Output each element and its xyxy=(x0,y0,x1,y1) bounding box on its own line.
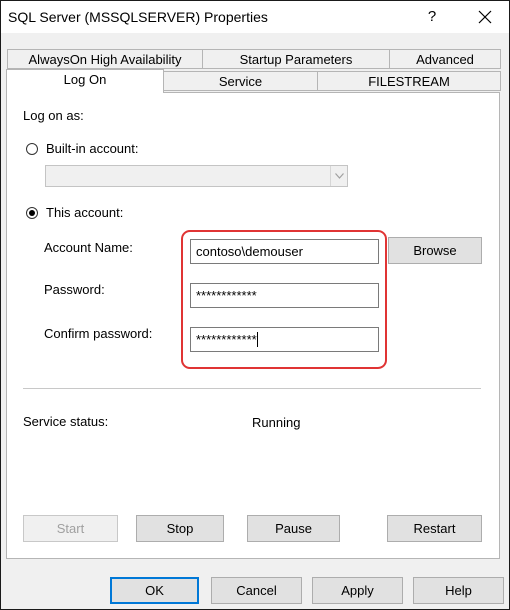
log-on-as-label: Log on as: xyxy=(23,108,84,123)
title-bar: SQL Server (MSSQLSERVER) Properties ? xyxy=(1,1,509,33)
start-button[interactable]: Start xyxy=(23,515,118,542)
confirm-password-label: Confirm password: xyxy=(44,326,153,341)
this-account-radio[interactable] xyxy=(26,207,38,219)
this-account-label: This account: xyxy=(46,205,124,220)
tab-startup-parameters[interactable]: Startup Parameters xyxy=(202,49,390,69)
help-icon[interactable]: ? xyxy=(409,1,455,33)
help-button[interactable]: Help xyxy=(413,577,504,604)
credentials-highlight xyxy=(181,230,387,369)
properties-dialog: SQL Server (MSSQLSERVER) Properties ? Al… xyxy=(0,0,510,610)
chevron-down-icon[interactable] xyxy=(330,166,347,186)
stop-button[interactable]: Stop xyxy=(136,515,224,542)
window-title: SQL Server (MSSQLSERVER) Properties xyxy=(8,9,268,25)
ok-button[interactable]: OK xyxy=(110,577,199,604)
builtin-account-radio[interactable] xyxy=(26,143,38,155)
account-name-label: Account Name: xyxy=(44,240,133,255)
tab-filestream[interactable]: FILESTREAM xyxy=(317,71,501,91)
tab-service[interactable]: Service xyxy=(163,71,318,91)
tab-advanced[interactable]: Advanced xyxy=(389,49,501,69)
builtin-account-select[interactable] xyxy=(45,165,348,187)
tab-alwayson-high-availability[interactable]: AlwaysOn High Availability xyxy=(7,49,203,69)
builtin-account-label: Built-in account: xyxy=(46,141,139,156)
section-divider xyxy=(23,388,481,389)
tab-log-on[interactable]: Log On xyxy=(6,69,164,93)
restart-button[interactable]: Restart xyxy=(387,515,482,542)
pause-button[interactable]: Pause xyxy=(247,515,340,542)
password-label: Password: xyxy=(44,282,105,297)
cancel-button[interactable]: Cancel xyxy=(211,577,302,604)
service-status-value: Running xyxy=(252,415,301,430)
browse-button[interactable]: Browse xyxy=(388,237,482,264)
apply-button[interactable]: Apply xyxy=(312,577,403,604)
service-status-label: Service status: xyxy=(23,414,109,429)
close-icon[interactable] xyxy=(461,1,509,33)
